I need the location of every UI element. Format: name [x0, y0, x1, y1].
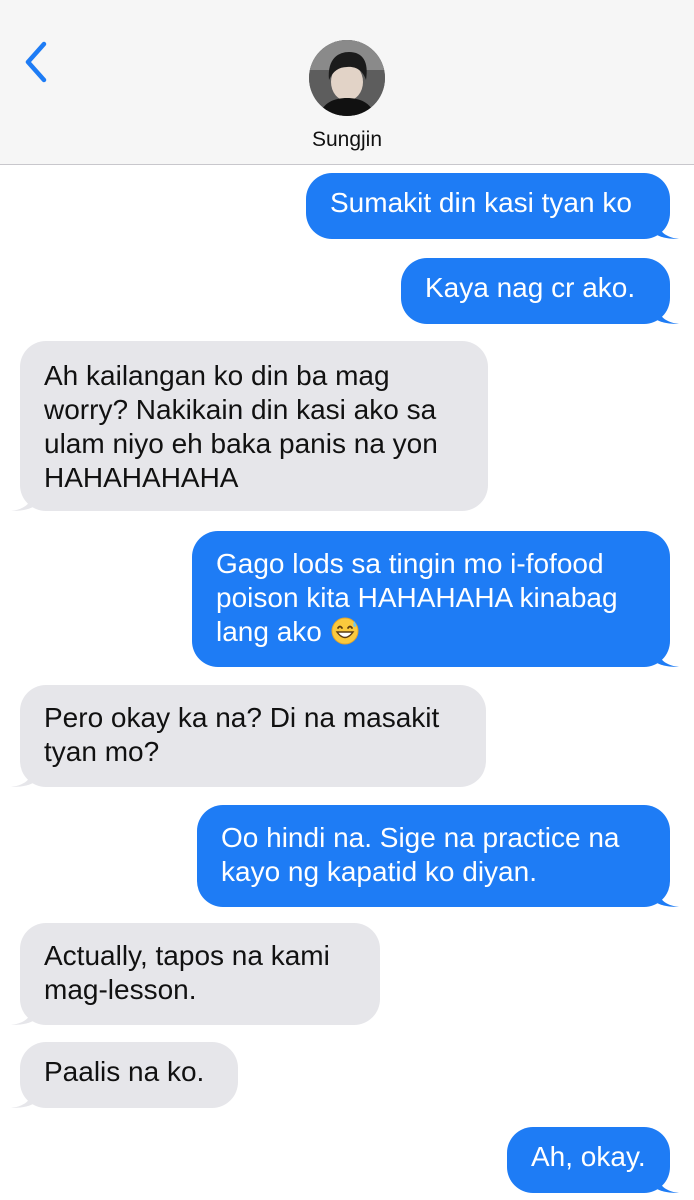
- message-bubble-outgoing[interactable]: Oo hindi na. Sige na practice na kayo ng…: [197, 805, 679, 907]
- grinning-face-with-sweat-emoji: [331, 617, 359, 645]
- bubble-tail: [657, 885, 679, 907]
- message-thread[interactable]: Sumakit din kasi tyan ko Kaya nag cr ako…: [0, 165, 694, 1200]
- message-text: Gago lods sa tingin mo i-fofood poison k…: [216, 548, 618, 647]
- message-text: Sumakit din kasi tyan ko: [330, 187, 632, 218]
- message-text: Oo hindi na. Sige na practice na kayo ng…: [221, 822, 620, 887]
- message-text: Actually, tapos na kami mag-lesson.: [44, 940, 330, 1005]
- bubble-tail: [11, 1086, 33, 1108]
- message-text: Ah kailangan ko din ba mag worry? Nakika…: [44, 360, 438, 493]
- bubble-tail: [657, 217, 679, 239]
- message-text: Paalis na ko.: [44, 1056, 205, 1087]
- message-bubble-incoming[interactable]: Pero okay ka na? Di na masakit tyan mo?: [11, 685, 486, 787]
- message-bubble-outgoing[interactable]: Kaya nag cr ako.: [401, 258, 679, 324]
- conversation-header: Sungjin: [0, 0, 694, 165]
- bubble-tail: [11, 1003, 33, 1025]
- bubble-tail: [657, 645, 679, 667]
- back-button[interactable]: [18, 38, 58, 88]
- message-bubble-outgoing[interactable]: Gago lods sa tingin mo i-fofood poison k…: [192, 531, 679, 667]
- message-bubble-incoming[interactable]: Paalis na ko.: [11, 1042, 238, 1108]
- message-text: Pero okay ka na? Di na masakit tyan mo?: [44, 702, 440, 767]
- contact-photo: [309, 40, 385, 116]
- bubble-tail: [11, 489, 33, 511]
- avatar[interactable]: [309, 40, 385, 116]
- message-bubble-outgoing[interactable]: Sumakit din kasi tyan ko: [306, 173, 679, 239]
- bubble-tail: [657, 302, 679, 324]
- message-bubble-outgoing[interactable]: Ah, okay.: [507, 1127, 679, 1193]
- message-bubble-incoming[interactable]: Ah kailangan ko din ba mag worry? Nakika…: [11, 341, 488, 511]
- message-bubble-incoming[interactable]: Actually, tapos na kami mag-lesson.: [11, 923, 380, 1025]
- message-text: Kaya nag cr ako.: [425, 272, 636, 303]
- message-text: Ah, okay.: [531, 1141, 646, 1172]
- contact-name[interactable]: Sungjin: [0, 128, 694, 152]
- bubble-tail: [11, 765, 33, 787]
- chevron-left-icon: [25, 41, 47, 83]
- bubble-tail: [657, 1171, 679, 1193]
